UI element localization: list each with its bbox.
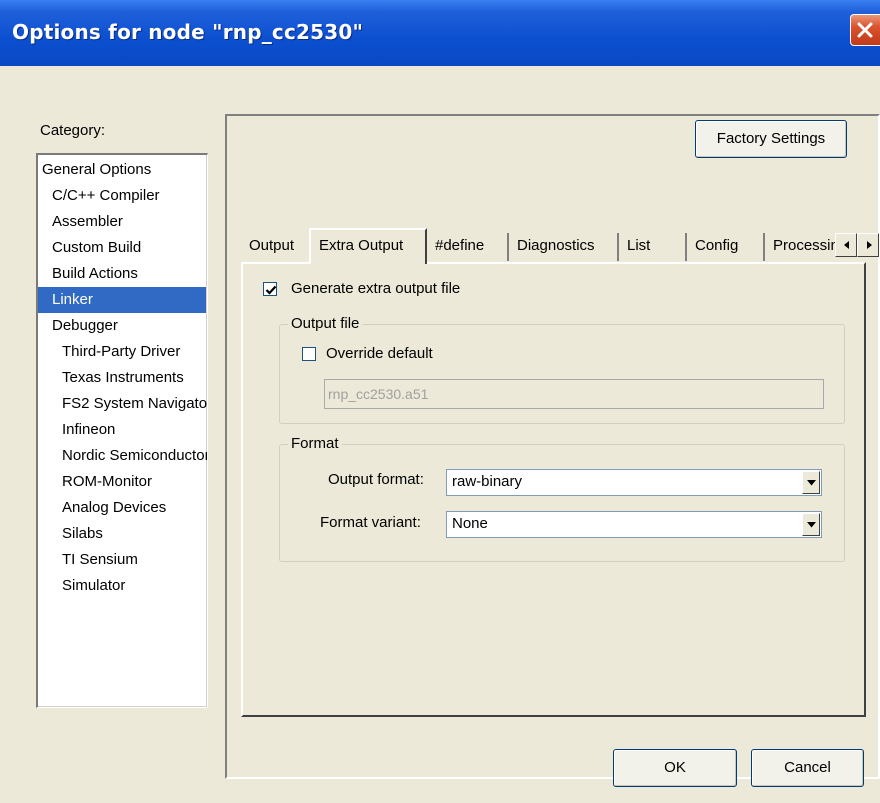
category-item[interactable]: General Options <box>38 157 207 183</box>
category-item[interactable]: Nordic Semiconductor <box>38 443 207 469</box>
tab-scroll-left-button[interactable] <box>835 233 857 257</box>
override-default-checkbox[interactable] <box>302 347 316 361</box>
output-filename-field: rnp_cc2530.a51 <box>324 379 824 409</box>
category-item[interactable]: Third-Party Driver <box>38 339 207 365</box>
close-button[interactable] <box>850 14 880 46</box>
tab-config[interactable]: Config <box>687 233 765 261</box>
tab-define[interactable]: #define <box>427 233 509 261</box>
output-file-group: Output file Override default rnp_cc2530.… <box>279 315 845 424</box>
tab-list[interactable]: List <box>619 233 687 261</box>
category-item[interactable]: Build Actions <box>38 261 207 287</box>
output-format-select[interactable]: raw-binary <box>446 469 822 496</box>
generate-extra-output-label[interactable]: Generate extra output file <box>291 280 460 297</box>
category-item[interactable]: C/C++ Compiler <box>38 183 207 209</box>
cancel-button[interactable]: Cancel <box>751 749 864 787</box>
tab-scroll-arrows <box>835 233 879 257</box>
output-format-dropdown-button[interactable] <box>802 471 820 494</box>
category-item[interactable]: Texas Instruments <box>38 365 207 391</box>
format-variant-label: Format variant: <box>320 514 421 531</box>
category-list[interactable]: General Options C/C++ Compiler Assembler… <box>36 153 208 708</box>
format-variant-select[interactable]: None <box>446 511 822 538</box>
format-group: Format Output format: raw-binary Format … <box>279 435 845 562</box>
tab-strip: Output Extra Output #define Diagnostics … <box>241 228 879 264</box>
category-item-selected[interactable]: Linker <box>38 287 206 313</box>
tab-scroll-right-button[interactable] <box>857 233 879 257</box>
tab-processing[interactable]: Processing <box>765 233 835 261</box>
tab-processing-clip: Processing <box>765 233 835 261</box>
category-item[interactable]: Infineon <box>38 417 207 443</box>
format-variant-dropdown-button[interactable] <box>802 513 820 536</box>
category-item[interactable]: Assembler <box>38 209 207 235</box>
output-format-label: Output format: <box>328 471 424 488</box>
category-item[interactable]: Debugger <box>38 313 207 339</box>
output-format-value: raw-binary <box>452 473 523 490</box>
generate-extra-output-checkbox[interactable] <box>263 282 277 296</box>
category-item[interactable]: ROM-Monitor <box>38 469 207 495</box>
format-variant-value: None <box>452 515 488 532</box>
category-item[interactable]: FS2 System Navigator <box>38 391 207 417</box>
category-item[interactable]: Silabs <box>38 521 207 547</box>
category-item[interactable]: Simulator <box>38 573 207 599</box>
format-group-title: Format <box>288 435 342 453</box>
tab-page-extra-output: Generate extra output file Output file O… <box>241 262 866 717</box>
options-panel: Factory Settings Output Extra Output #de… <box>225 114 880 779</box>
factory-settings-button[interactable]: Factory Settings <box>695 120 847 158</box>
tab-extra-output[interactable]: Extra Output <box>309 228 427 264</box>
window-title: Options for node "rnp_cc2530" <box>12 20 364 44</box>
tab-output[interactable]: Output <box>241 233 311 261</box>
category-item[interactable]: TI Sensium <box>38 547 207 573</box>
category-item[interactable]: Custom Build <box>38 235 207 261</box>
category-item[interactable]: Analog Devices <box>38 495 207 521</box>
tab-diagnostics[interactable]: Diagnostics <box>509 233 619 261</box>
category-label: Category: <box>40 122 106 139</box>
title-bar: Options for node "rnp_cc2530" <box>0 0 880 66</box>
output-file-group-title: Output file <box>288 315 363 333</box>
override-default-label[interactable]: Override default <box>326 345 433 362</box>
ok-button[interactable]: OK <box>613 749 737 787</box>
dialog-client: Category: General Options C/C++ Compiler… <box>0 66 880 803</box>
